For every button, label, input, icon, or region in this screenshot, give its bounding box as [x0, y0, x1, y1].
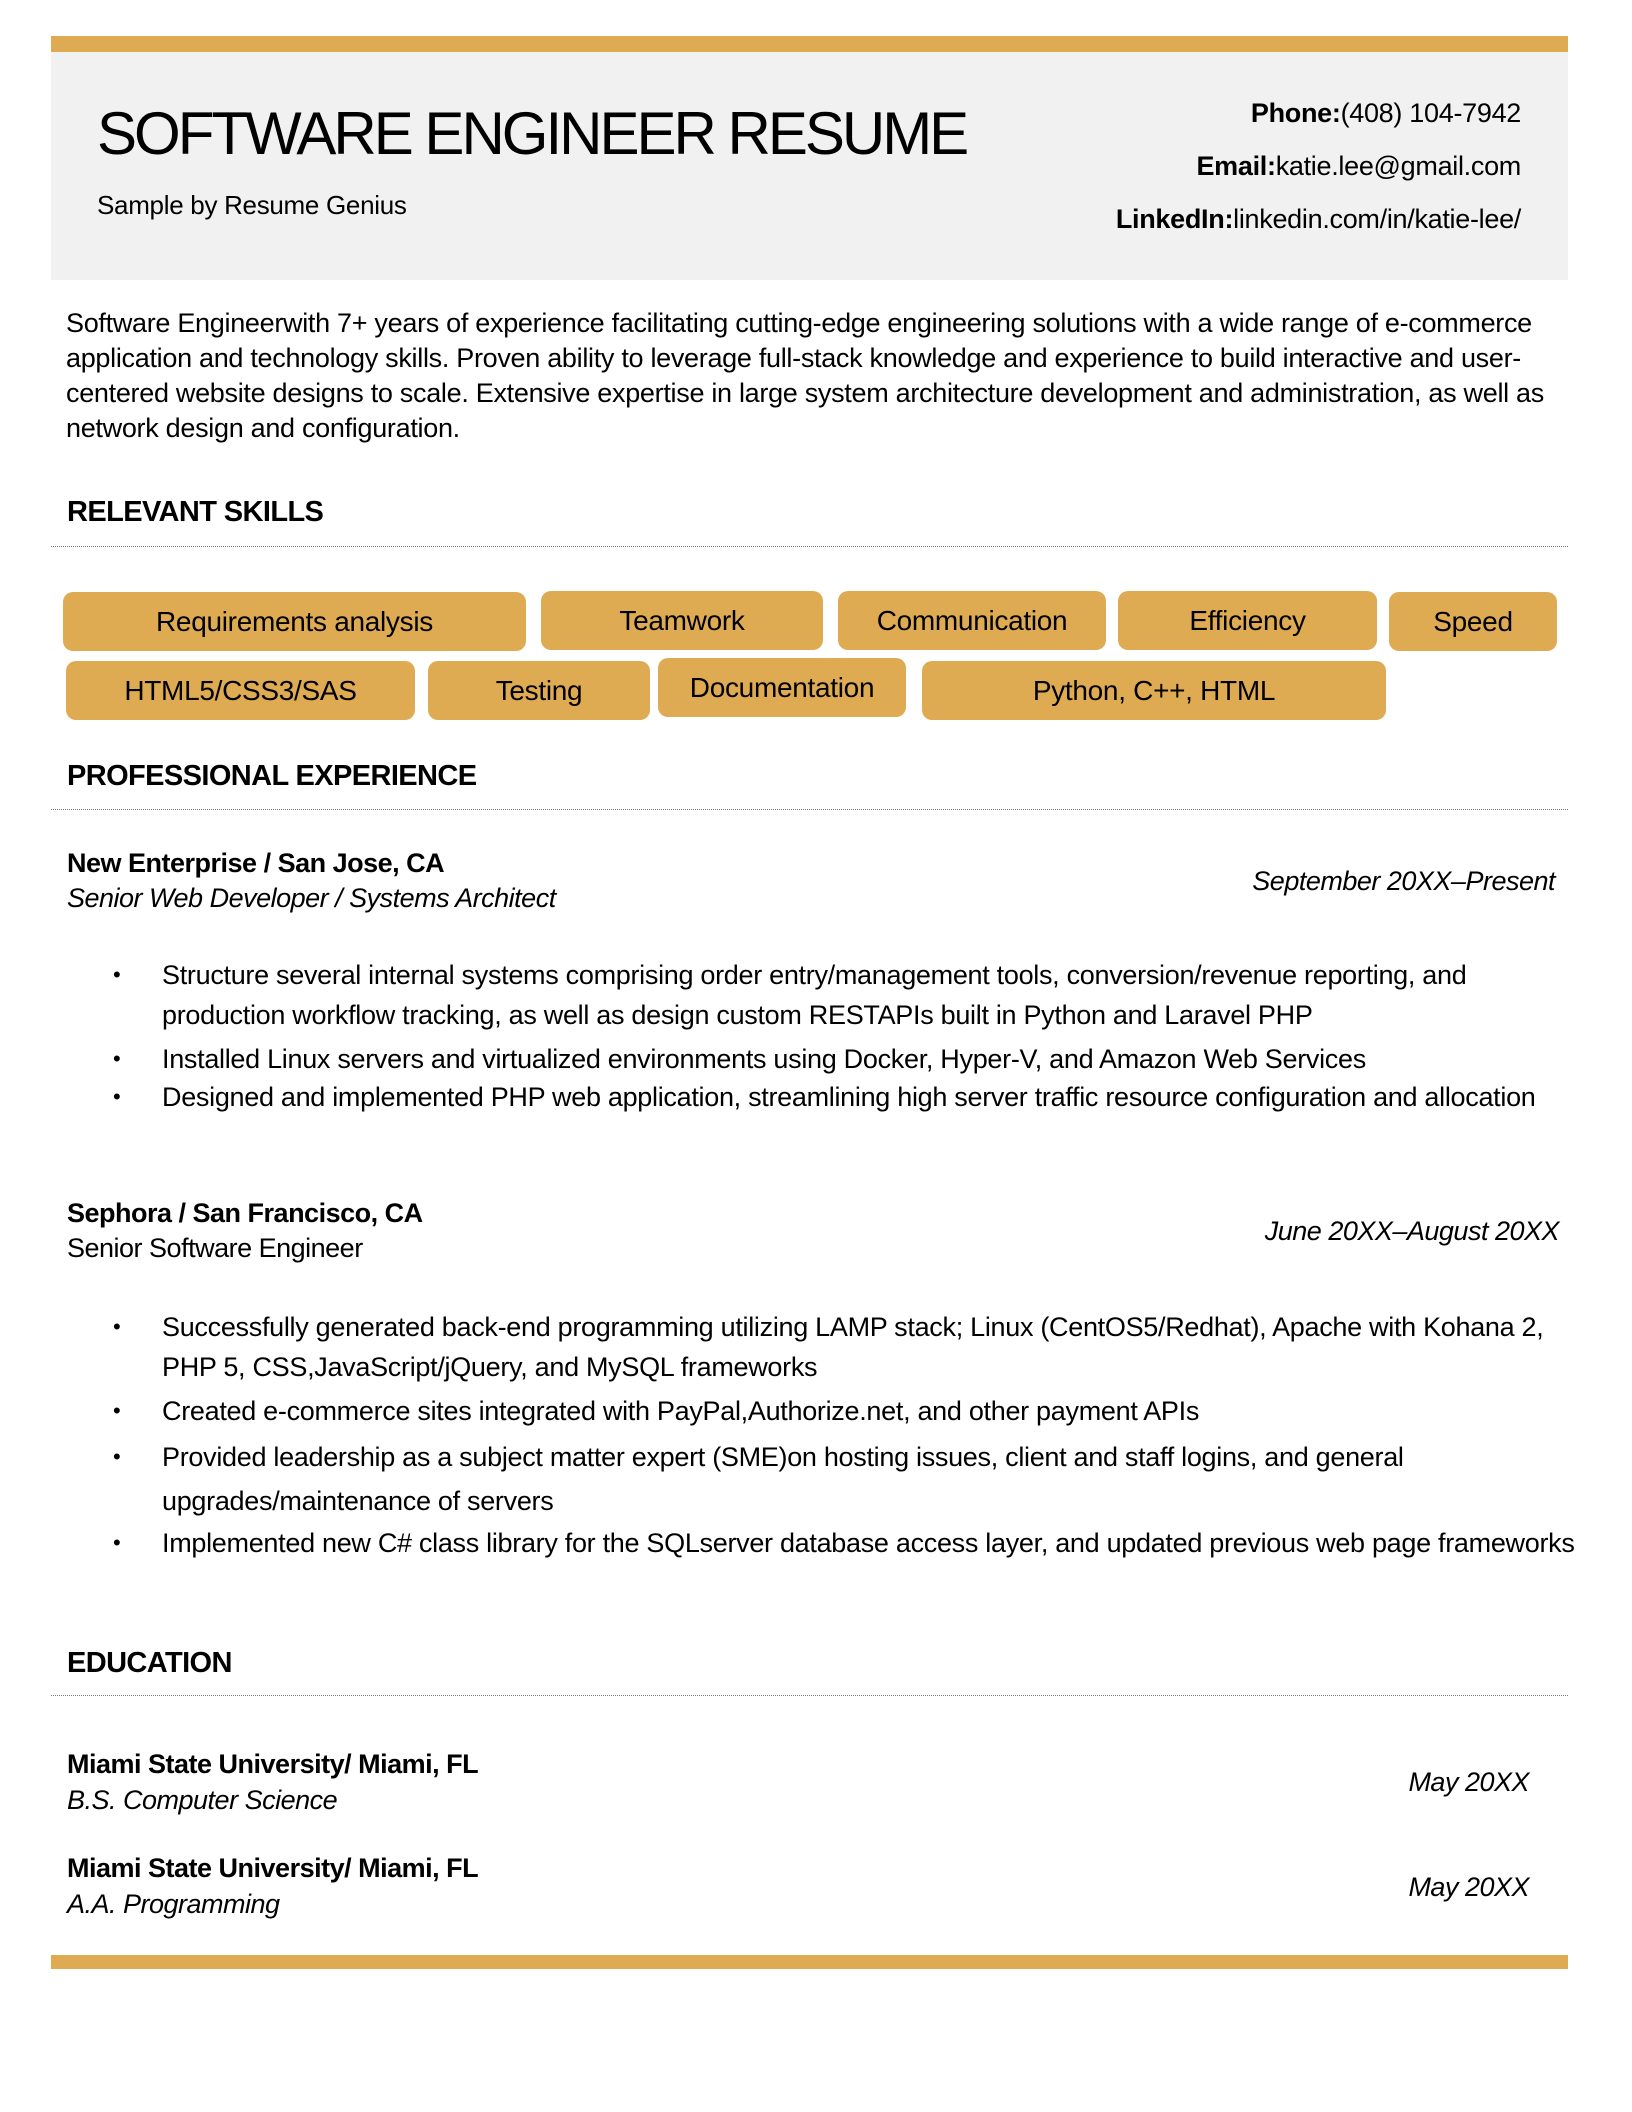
bullet-icon: • [113, 1444, 121, 1469]
bullet-icon: • [113, 1314, 121, 1339]
phone-label: Phone: [1250, 98, 1341, 128]
skill-pill[interactable]: Documentation [658, 658, 906, 717]
linkedin-label: LinkedIn: [1115, 204, 1234, 234]
skill-pill[interactable]: Teamwork [541, 591, 823, 650]
education-degree: A.A. Programming [67, 1889, 280, 1919]
bullet-icon: • [113, 1530, 121, 1555]
bullet-item: • Successfully generated back-end program… [110, 1307, 1560, 1387]
email-label: Email: [1196, 151, 1276, 181]
skill-pill[interactable]: Speed [1389, 592, 1557, 651]
phone-value: (408) 104-7942 [1340, 98, 1522, 128]
page-subtitle: Sample by Resume Genius [97, 190, 407, 220]
bullet-icon: • [113, 1084, 121, 1109]
skill-pill[interactable]: HTML5/CSS3/SAS [66, 661, 415, 720]
section-title-experience: PROFESSIONAL EXPERIENCE [67, 760, 477, 792]
job-role: Senior Web Developer / Systems Architect [67, 883, 556, 913]
education-degree: B.S. Computer Science [67, 1785, 338, 1815]
bullet-icon: • [113, 962, 121, 987]
skill-pill[interactable]: Python, C++, HTML [922, 661, 1386, 720]
skill-pill[interactable]: Efficiency [1118, 591, 1377, 650]
contact-linkedin: LinkedIn:linkedin.com/in/katie-lee/ [1116, 204, 1521, 235]
job-company-location: Sephora / San Francisco, CA [67, 1198, 423, 1228]
skill-pill[interactable]: Communication [838, 591, 1106, 650]
summary-paragraph: Software Engineerwith 7+ years of experi… [66, 308, 1544, 443]
email-value[interactable]: katie.lee@gmail.com [1276, 151, 1522, 181]
linkedin-value[interactable]: linkedin.com/in/katie-lee/ [1233, 204, 1521, 234]
bullet-icon: • [113, 1398, 121, 1423]
skill-pill[interactable]: Requirements analysis [63, 592, 526, 651]
education-date: May 20XX [1408, 1872, 1529, 1902]
job-dates: September 20XX–Present [1252, 866, 1555, 896]
job-role: Senior Software Engineer [67, 1233, 363, 1263]
education-school: Miami State University/ Miami, FL [67, 1853, 479, 1883]
job-company-location: New Enterprise / San Jose, CA [67, 848, 445, 878]
section-divider [51, 1695, 1568, 1696]
job-bullet-list: • Successfully generated back-end program… [110, 1307, 1575, 1563]
contact-email: Email:katie.lee@gmail.com [1196, 151, 1521, 182]
job-dates: June 20XX–August 20XX [1264, 1216, 1560, 1246]
bullet-icon: • [113, 1046, 121, 1071]
skill-pill[interactable]: Testing [428, 661, 650, 720]
page-title: SOFTWARE ENGINEER RESUME [97, 100, 969, 167]
education-school: Miami State University/ Miami, FL [67, 1749, 479, 1779]
bullet-item: • Installed Linux servers and virtualized… [110, 1039, 1560, 1079]
education-date: May 20XX [1408, 1767, 1529, 1797]
section-title-skills: RELEVANT SKILLS [67, 496, 324, 528]
bullet-item: • Implemented new C# class library for th… [110, 1523, 1582, 1563]
top-accent-bar [51, 36, 1568, 52]
contact-phone: Phone:(408) 104-7942 [1251, 98, 1521, 129]
bottom-accent-bar [51, 1955, 1568, 1969]
job-bullet-list: • Structure several internal systems comp… [110, 955, 1560, 1115]
bullet-item: • Provided leadership as a subject matter… [110, 1435, 1492, 1523]
bullet-item: • Created e-commerce sites integrated wit… [110, 1391, 1560, 1431]
section-divider [51, 809, 1568, 810]
section-title-education: EDUCATION [67, 1647, 232, 1679]
section-divider [51, 546, 1568, 547]
bullet-item: • Structure several internal systems comp… [110, 955, 1560, 1035]
bullet-item: • Designed and implemented PHP web applic… [110, 1079, 1560, 1115]
